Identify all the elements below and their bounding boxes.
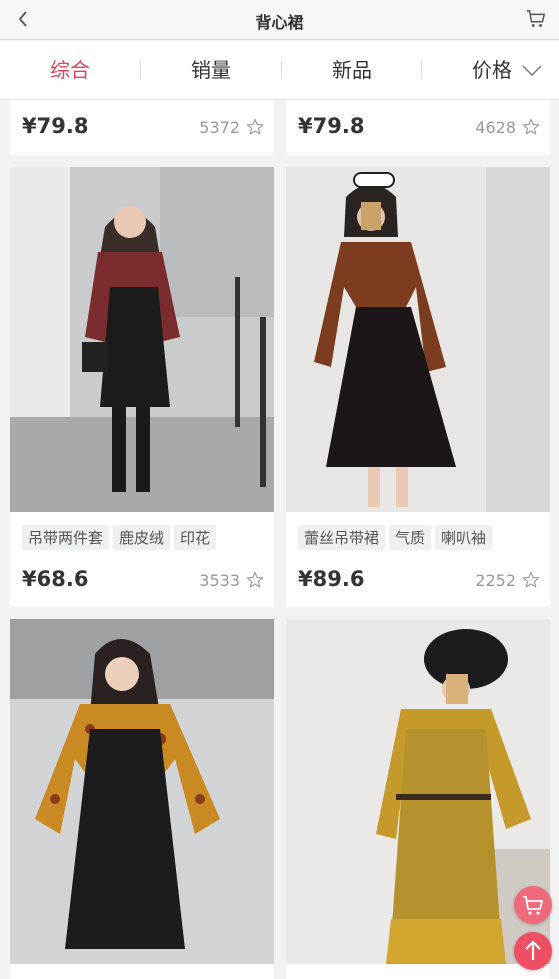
product-tag[interactable]: 气质 (389, 525, 432, 550)
product-card[interactable]: ¥79.8 5372 (10, 100, 274, 155)
tag-list: 蕾丝吊带裙 气质 喇叭袖 (298, 525, 496, 551)
product-image[interactable] (286, 167, 550, 512)
product-price: ¥79.8 (22, 114, 89, 138)
product-card[interactable] (286, 619, 550, 979)
tab-sales[interactable]: 销量 (141, 41, 281, 99)
chevron-down-icon[interactable] (522, 65, 542, 77)
floating-cart-button[interactable] (514, 886, 552, 924)
top-bar: 背心裙 (0, 0, 559, 40)
product-image[interactable] (286, 619, 550, 964)
shopping-cart-icon (523, 896, 544, 915)
star-outline-icon[interactable] (246, 571, 264, 589)
page-title: 背心裙 (255, 13, 304, 32)
star-outline-icon[interactable] (522, 118, 540, 136)
product-price: ¥79.8 (298, 114, 365, 138)
product-card[interactable]: ¥79.8 4628 (286, 100, 550, 155)
sort-bar: 综合 销量 新品 价格 (0, 41, 559, 100)
arrow-up-icon (525, 940, 541, 960)
product-tag[interactable]: 吊带两件套 (22, 525, 110, 550)
tab-comprehensive[interactable]: 综合 (0, 41, 140, 99)
star-outline-icon[interactable] (522, 571, 540, 589)
product-tag[interactable]: 印花 (174, 525, 217, 550)
favorite-count: 4628 (475, 118, 516, 137)
favorite-count: 3533 (199, 571, 240, 590)
product-card[interactable]: 吊带两件套 鹿皮绒 印花 ¥68.6 3533 (10, 167, 274, 607)
shopping-cart-icon[interactable] (525, 8, 547, 30)
product-price: ¥89.6 (298, 567, 365, 591)
product-tag[interactable]: 喇叭袖 (435, 525, 493, 550)
star-outline-icon[interactable] (246, 118, 264, 136)
product-grid: ¥79.8 5372 ¥79.8 4628 吊带两件套 鹿皮绒 印花 ¥68.6… (0, 100, 559, 979)
product-tag[interactable]: 鹿皮绒 (113, 525, 171, 550)
tag-list: 吊带两件套 鹿皮绒 印花 (22, 525, 220, 551)
tab-new[interactable]: 新品 (282, 41, 422, 99)
product-card[interactable]: 蕾丝吊带裙 气质 喇叭袖 ¥89.6 2252 (286, 167, 550, 607)
product-price: ¥68.6 (22, 567, 89, 591)
product-card[interactable] (10, 619, 274, 979)
product-image[interactable] (10, 619, 274, 964)
favorite-count: 5372 (199, 118, 240, 137)
product-tag[interactable]: 蕾丝吊带裙 (298, 525, 386, 550)
favorite-count: 2252 (475, 571, 516, 590)
scroll-to-top-button[interactable] (514, 932, 552, 970)
product-image[interactable] (10, 167, 274, 512)
